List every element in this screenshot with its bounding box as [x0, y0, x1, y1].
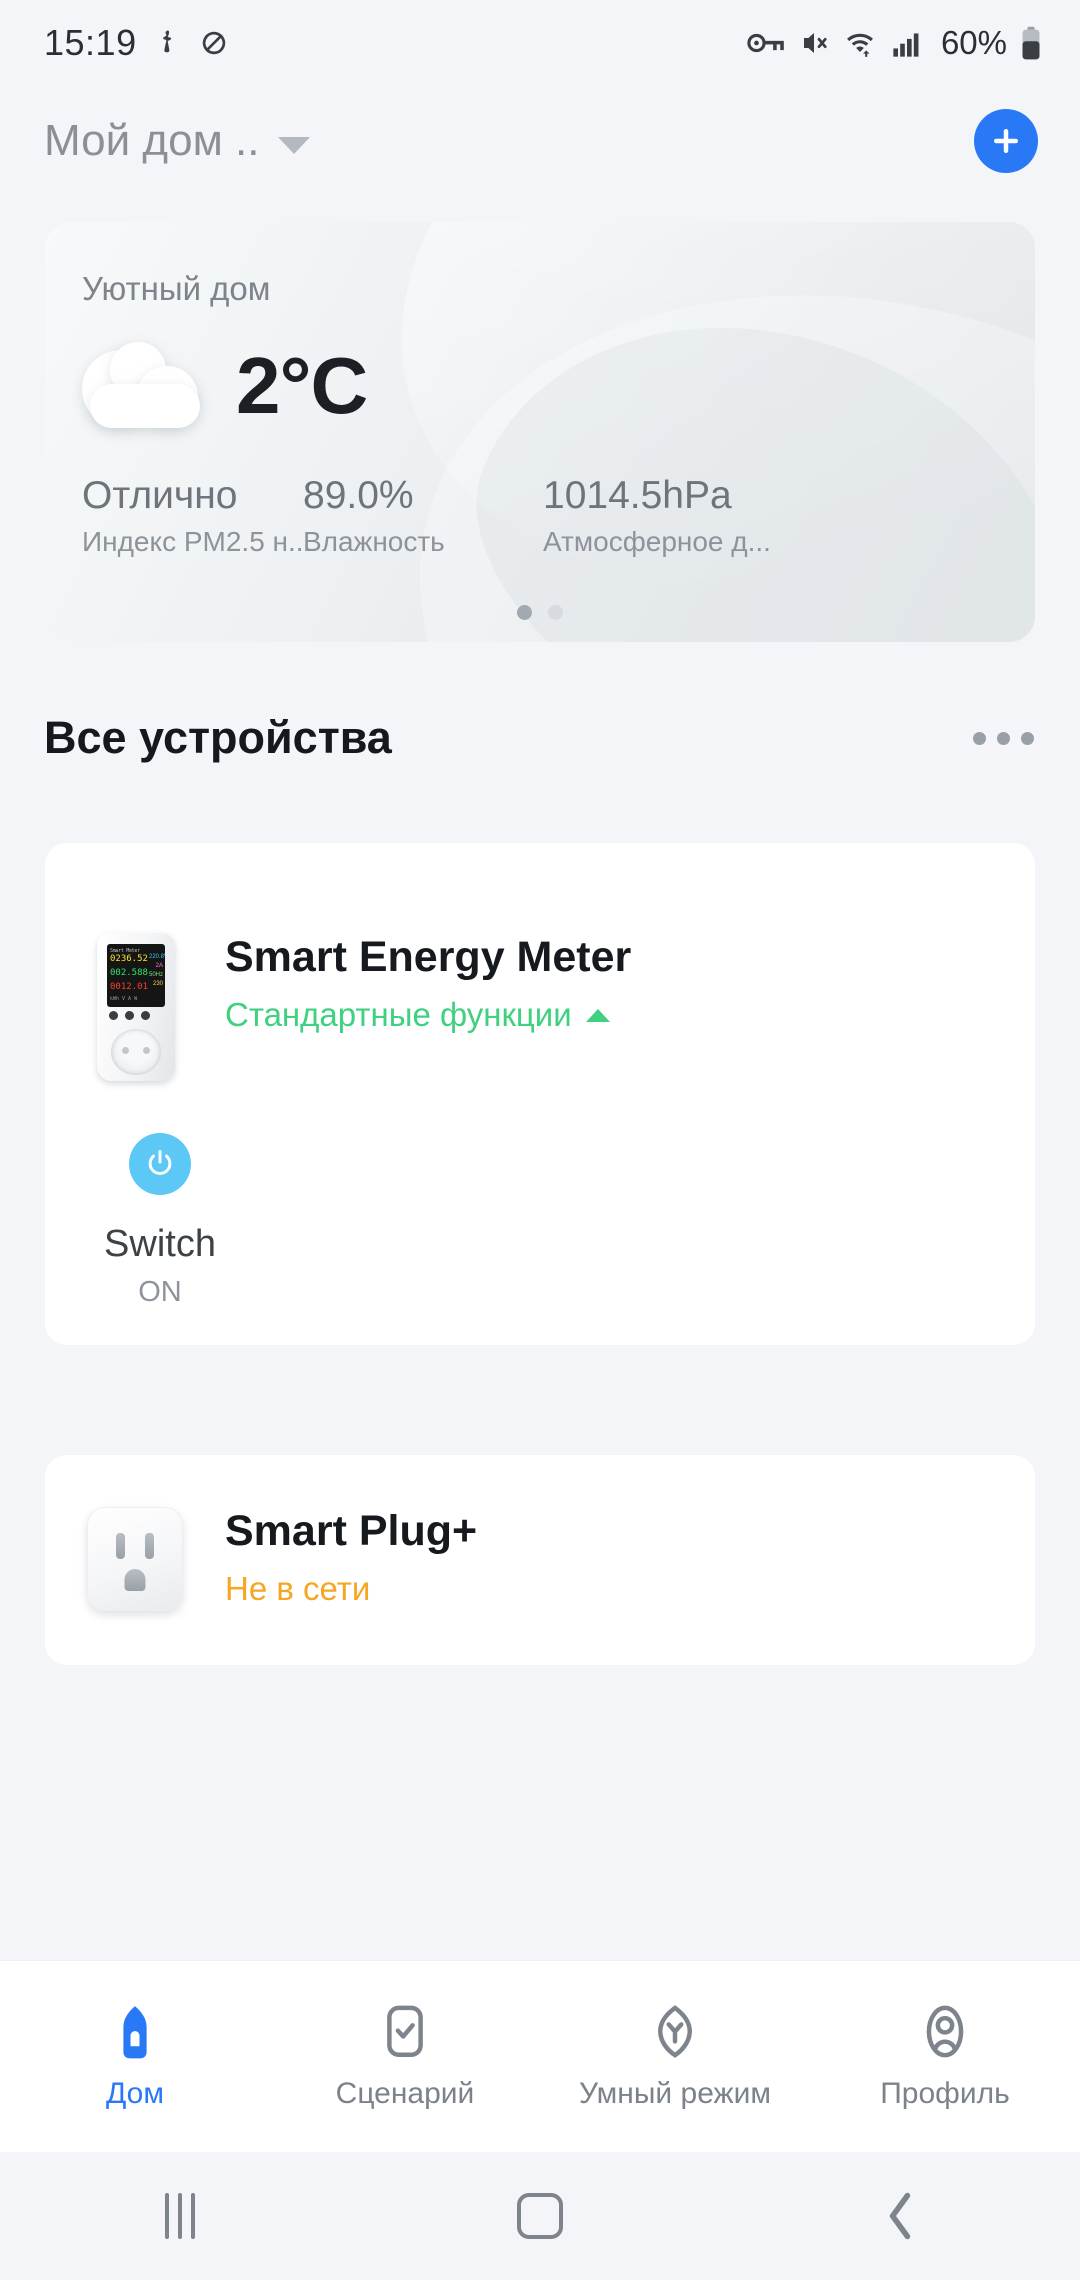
plus-icon — [994, 129, 1018, 153]
meter-display-row3: 0012.01 — [110, 982, 148, 992]
status-bar-left: 15:19 — [44, 22, 229, 64]
stat-label: Влажность — [303, 526, 445, 557]
signal-icon — [893, 33, 919, 57]
home-button[interactable] — [360, 2193, 720, 2239]
device-status: Не в сети — [225, 1570, 1035, 1608]
weather-stats: Отлично Индекс PM2.5 н... 89.0% Влажност… — [45, 474, 1035, 558]
device-card-energy-meter[interactable]: Smart Meter 0236.52 002.588 0012.01 kWh … — [45, 843, 1035, 1345]
stat-value: 1014.5hPa — [543, 474, 732, 517]
meter-side-3: 50Hz — [149, 972, 164, 978]
device-info: Smart Plug+ Не в сети — [225, 1507, 1035, 1611]
devices-section-header: Все устройства — [0, 690, 1080, 786]
stat-label: Индекс PM2.5 н... — [82, 526, 312, 557]
page-title: Все устройства — [44, 712, 392, 763]
power-toggle-button[interactable] — [129, 1133, 191, 1195]
stat-label: Атмосферное д... — [543, 526, 771, 557]
weather-stat-pm25: Отлично Индекс PM2.5 н... — [45, 474, 312, 558]
device-header: Smart Plug+ Не в сети — [45, 1455, 1035, 1611]
nav-item-scene[interactable]: Сценарий — [270, 2003, 540, 2111]
recents-icon — [165, 2193, 195, 2239]
meter-side-4: 230 — [152, 981, 163, 987]
chevron-down-icon — [277, 136, 310, 154]
scene-check-icon — [387, 2005, 423, 2057]
home-name: Мой дом .. — [44, 116, 260, 165]
switch-state: ON — [138, 1276, 182, 1308]
device-header: Smart Meter 0236.52 002.588 0012.01 kWh … — [45, 843, 1035, 1081]
device-status-label: Стандартные функции — [225, 996, 572, 1033]
recents-button[interactable] — [0, 2193, 360, 2239]
device-name: Smart Plug+ — [225, 1507, 478, 1555]
add-device-button[interactable] — [974, 109, 1038, 173]
more-options-icon[interactable] — [973, 731, 1034, 745]
energy-meter-image: Smart Meter 0236.52 002.588 0012.01 kWh … — [91, 933, 179, 1081]
home-icon — [123, 2005, 147, 2058]
power-icon — [148, 1150, 172, 1175]
vpn-key-icon — [747, 33, 784, 53]
wifi-icon — [846, 33, 873, 57]
app-screen: 15:19 60% Мой дом .. Уютный дом 2°C Отли… — [0, 0, 1080, 2280]
stat-value: Отлично — [82, 474, 238, 517]
meter-display-row2: 002.588 — [110, 968, 148, 978]
smart-plug-image — [87, 1507, 183, 1611]
nav-item-profile[interactable]: Профиль — [810, 2003, 1080, 2111]
mute-icon — [803, 33, 827, 53]
pager-dot-1[interactable] — [517, 605, 532, 620]
device-thumbnail: Smart Meter 0236.52 002.588 0012.01 kWh … — [45, 933, 225, 1081]
status-bar-right: 60% — [747, 24, 1042, 62]
back-icon — [889, 2192, 911, 2240]
meter-display-row1: 0236.52 — [110, 954, 148, 964]
battery-icon — [1022, 26, 1040, 60]
meter-socket — [111, 1029, 161, 1075]
meter-display-row4: kWh V A W — [110, 996, 138, 1002]
cloud-icon — [82, 342, 214, 428]
device-status-label: Не в сети — [225, 1570, 371, 1607]
profile-icon — [926, 2005, 964, 2057]
weather-main: 2°C — [82, 340, 368, 432]
device-card-smart-plug[interactable]: Smart Plug+ Не в сети — [45, 1455, 1035, 1665]
weather-stat-humidity: 89.0% Влажность — [303, 474, 483, 558]
device-thumbnail — [45, 1507, 225, 1611]
meter-side-2: 2A — [155, 963, 163, 969]
status-bar: 15:19 60% — [0, 0, 1080, 86]
switch-control[interactable]: Switch ON — [45, 1133, 275, 1309]
home-selector[interactable]: Мой дом .. — [44, 116, 310, 166]
stat-value: 89.0% — [303, 474, 414, 517]
device-name: Smart Energy Meter — [225, 933, 632, 981]
android-navigation-bar — [0, 2152, 1080, 2280]
meter-side-1: 220.8V — [149, 954, 165, 960]
chevron-up-icon — [585, 1008, 610, 1022]
switch-label: Switch — [104, 1223, 216, 1265]
device-status[interactable]: Стандартные функции — [225, 996, 1035, 1034]
nav-label-smart-mode: Умный режим — [578, 2076, 772, 2110]
weather-room-name: Уютный дом — [82, 270, 271, 307]
weather-pager-dots[interactable] — [45, 605, 1035, 620]
nav-item-home[interactable]: Дом — [0, 2003, 270, 2111]
bottom-navigation: Дом Сценарий Умный режим Профиль — [0, 1960, 1080, 2152]
pager-dot-2[interactable] — [548, 605, 563, 620]
nav-item-smart-mode[interactable]: Умный режим — [540, 2003, 810, 2111]
battery-percent: 60% — [940, 24, 1007, 61]
weather-temperature: 2°C — [236, 341, 368, 430]
nav-label-profile: Профиль — [880, 2076, 1010, 2110]
device-info: Smart Energy Meter Стандартные функции — [225, 933, 1035, 1081]
location-icon — [162, 30, 171, 53]
nav-label-scene: Сценарий — [335, 2076, 475, 2110]
back-button[interactable] — [720, 2190, 1080, 2242]
app-header: Мой дом .. — [0, 86, 1080, 196]
nav-label-home: Дом — [106, 2076, 164, 2110]
home-square-icon — [517, 2193, 563, 2239]
meter-buttons — [109, 1011, 150, 1020]
weather-stat-pressure: 1014.5hPa Атмосферное д... — [483, 474, 903, 558]
meter-display: Smart Meter 0236.52 002.588 0012.01 kWh … — [107, 944, 165, 1007]
smart-mode-icon — [658, 2004, 692, 2058]
do-not-disturb-icon — [202, 31, 225, 55]
status-time: 15:19 — [44, 22, 137, 63]
weather-card[interactable]: Уютный дом 2°C Отлично Индекс PM2.5 н...… — [45, 222, 1035, 642]
meter-display-side: 220.8V 2A 50Hz 230 — [149, 953, 165, 989]
